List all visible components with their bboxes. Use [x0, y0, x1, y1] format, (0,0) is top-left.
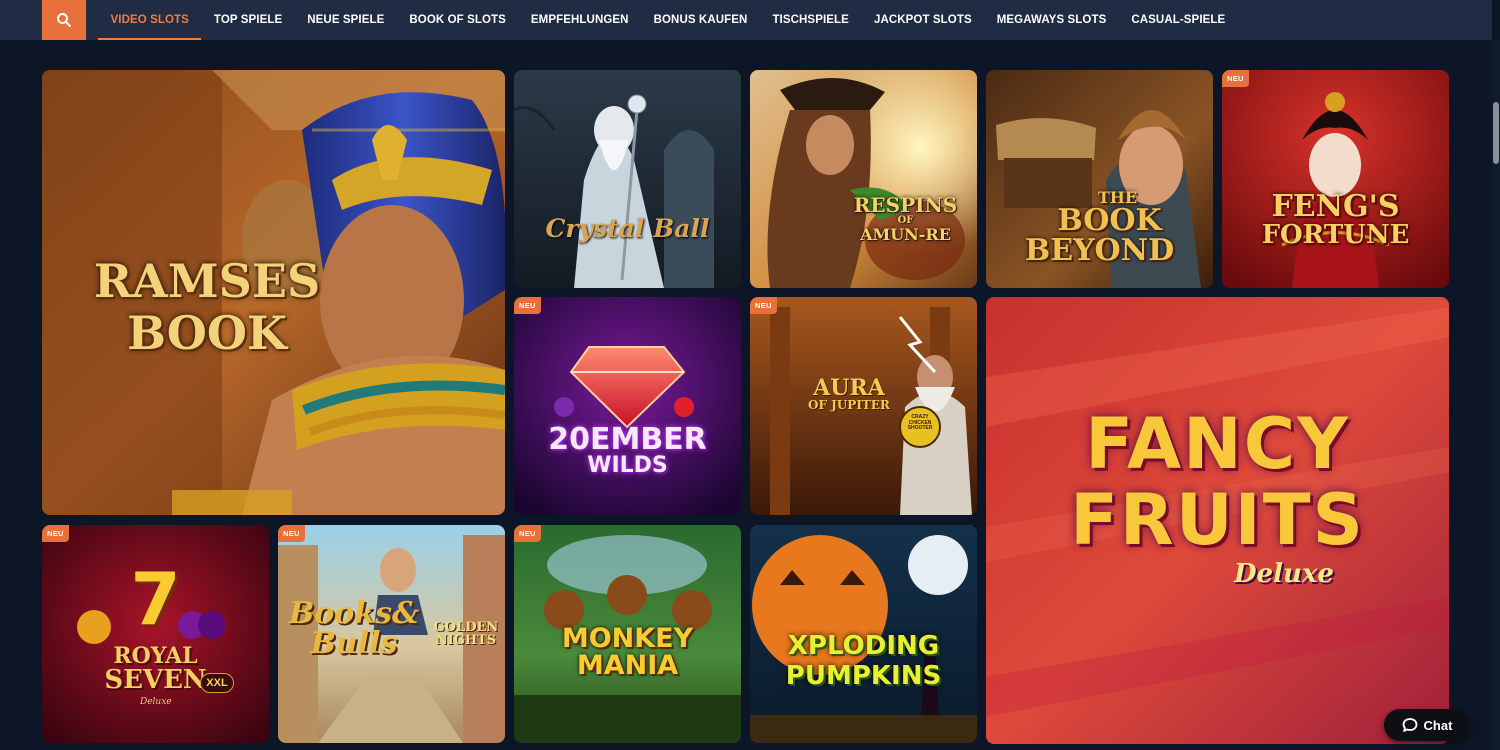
chat-button[interactable]: Chat	[1384, 709, 1470, 741]
game-title-20-ember-wilds: 20EMBER WILDS	[514, 425, 741, 477]
game-title-royal-seven: ROYAL SEVEN	[42, 645, 269, 693]
new-badge: NEU	[514, 297, 541, 314]
game-tile-ramses-book[interactable]: RAMSES BOOK	[42, 70, 505, 515]
title-line: SEVEN	[104, 665, 207, 695]
respins-artwork	[750, 70, 977, 288]
title-line: AURA	[813, 375, 885, 401]
game-subtitle-deluxe: Deluxe	[1234, 559, 1334, 589]
game-tile-royal-seven-deluxe-xxl[interactable]: NEU 7 ROYAL SEVEN Deluxe XXL	[42, 525, 269, 743]
game-tile-the-book-beyond[interactable]: THE BOOK BEYOND	[986, 70, 1213, 288]
game-grid: RAMSES BOOK Crystal Ball RESPINS OF AMUN…	[0, 0, 1500, 750]
title-line: NIGHTS	[435, 633, 497, 648]
game-title-aura-of-jupiter: AURA OF JUPITER	[794, 377, 904, 411]
game-tile-20-ember-wilds[interactable]: NEU 20EMBER WILDS	[514, 297, 741, 515]
title-line: BEYOND	[1024, 233, 1175, 268]
new-badge: NEU	[750, 297, 777, 314]
game-title-xploding-pumpkins: XPLODING PUMPKINS	[750, 633, 977, 689]
deluxe-label: Deluxe	[140, 697, 172, 707]
game-tile-monkey-mania[interactable]: NEU MONKEY MANIA	[514, 525, 741, 743]
game-title-books-and-bulls: Books& Bulls	[284, 599, 424, 659]
title-line: FENG'S	[1271, 189, 1400, 224]
game-tile-xploding-pumpkins[interactable]: XPLODING PUMPKINS	[750, 525, 977, 743]
title-line: BOOK	[127, 306, 287, 360]
title-line: Bulls	[310, 626, 398, 661]
title-line: FRUITS	[1070, 479, 1365, 561]
crazy-chicken-shooter-sticker: CRAZY CHICKEN SHOOTER	[907, 414, 933, 431]
title-line: WILDS	[587, 453, 668, 478]
new-badge: NEU	[1222, 70, 1249, 87]
game-title-the-book-beyond: THE BOOK BEYOND	[986, 190, 1213, 266]
title-line: MANIA	[576, 650, 679, 681]
title-line: BOOK	[1057, 203, 1162, 238]
game-subtitle-golden-nights: GOLDEN NIGHTS	[428, 621, 504, 647]
title-line: MONKEY	[561, 623, 694, 654]
title-line: OF JUPITER	[808, 398, 890, 412]
game-title-monkey-mania: MONKEY MANIA	[514, 625, 741, 679]
new-badge: NEU	[278, 525, 305, 542]
game-title-respins-of-amun-re: RESPINS OF AMUN-RE	[838, 195, 973, 243]
game-tile-fancy-fruits-deluxe[interactable]: FANCY FRUITS Deluxe	[986, 297, 1449, 744]
game-title-fengs-fortune: FENG'S FORTUNE	[1222, 189, 1449, 250]
game-tile-fengs-fortune[interactable]: NEU FENG'S FORTUNE	[1222, 70, 1449, 288]
title-line: 20EMBER	[548, 422, 707, 457]
chat-bubble-icon	[1402, 718, 1417, 732]
title-line: FORTUNE	[1261, 220, 1410, 250]
xxl-label: XXL	[200, 673, 234, 693]
game-tile-aura-of-jupiter[interactable]: NEU AURA OF JUPITER CRAZY CHICKEN SHOOTE…	[750, 297, 977, 515]
title-line: PUMPKINS	[785, 661, 942, 691]
title-line: FANCY	[1085, 403, 1350, 485]
title-line: RAMSES	[93, 254, 321, 308]
fengs-fortune-artwork	[1222, 70, 1449, 288]
title-line: RESPINS	[853, 193, 958, 217]
game-title-crystal-ball: Crystal Ball	[545, 214, 710, 243]
lucky-seven-symbol: 7	[130, 557, 181, 641]
game-tile-respins-of-amun-re[interactable]: RESPINS OF AMUN-RE	[750, 70, 977, 288]
game-tile-books-and-bulls-golden-nights[interactable]: NEU Books& Bulls GOLDEN NIGHTS	[278, 525, 505, 743]
crystal-ball-artwork	[514, 70, 741, 288]
title-line: XPLODING	[787, 631, 940, 661]
new-badge: NEU	[514, 525, 541, 542]
game-title-ramses-book: RAMSES BOOK	[72, 258, 342, 356]
game-tile-crystal-ball[interactable]: Crystal Ball	[514, 70, 741, 288]
chat-label: Chat	[1423, 717, 1453, 733]
new-badge: NEU	[42, 525, 69, 542]
title-line: ROYAL	[113, 643, 198, 669]
ember-wilds-artwork	[514, 297, 741, 515]
title-line: AMUN-RE	[860, 225, 951, 244]
title-line: Books&	[288, 596, 420, 631]
game-title-fancy-fruits: FANCY FRUITS	[986, 409, 1449, 555]
